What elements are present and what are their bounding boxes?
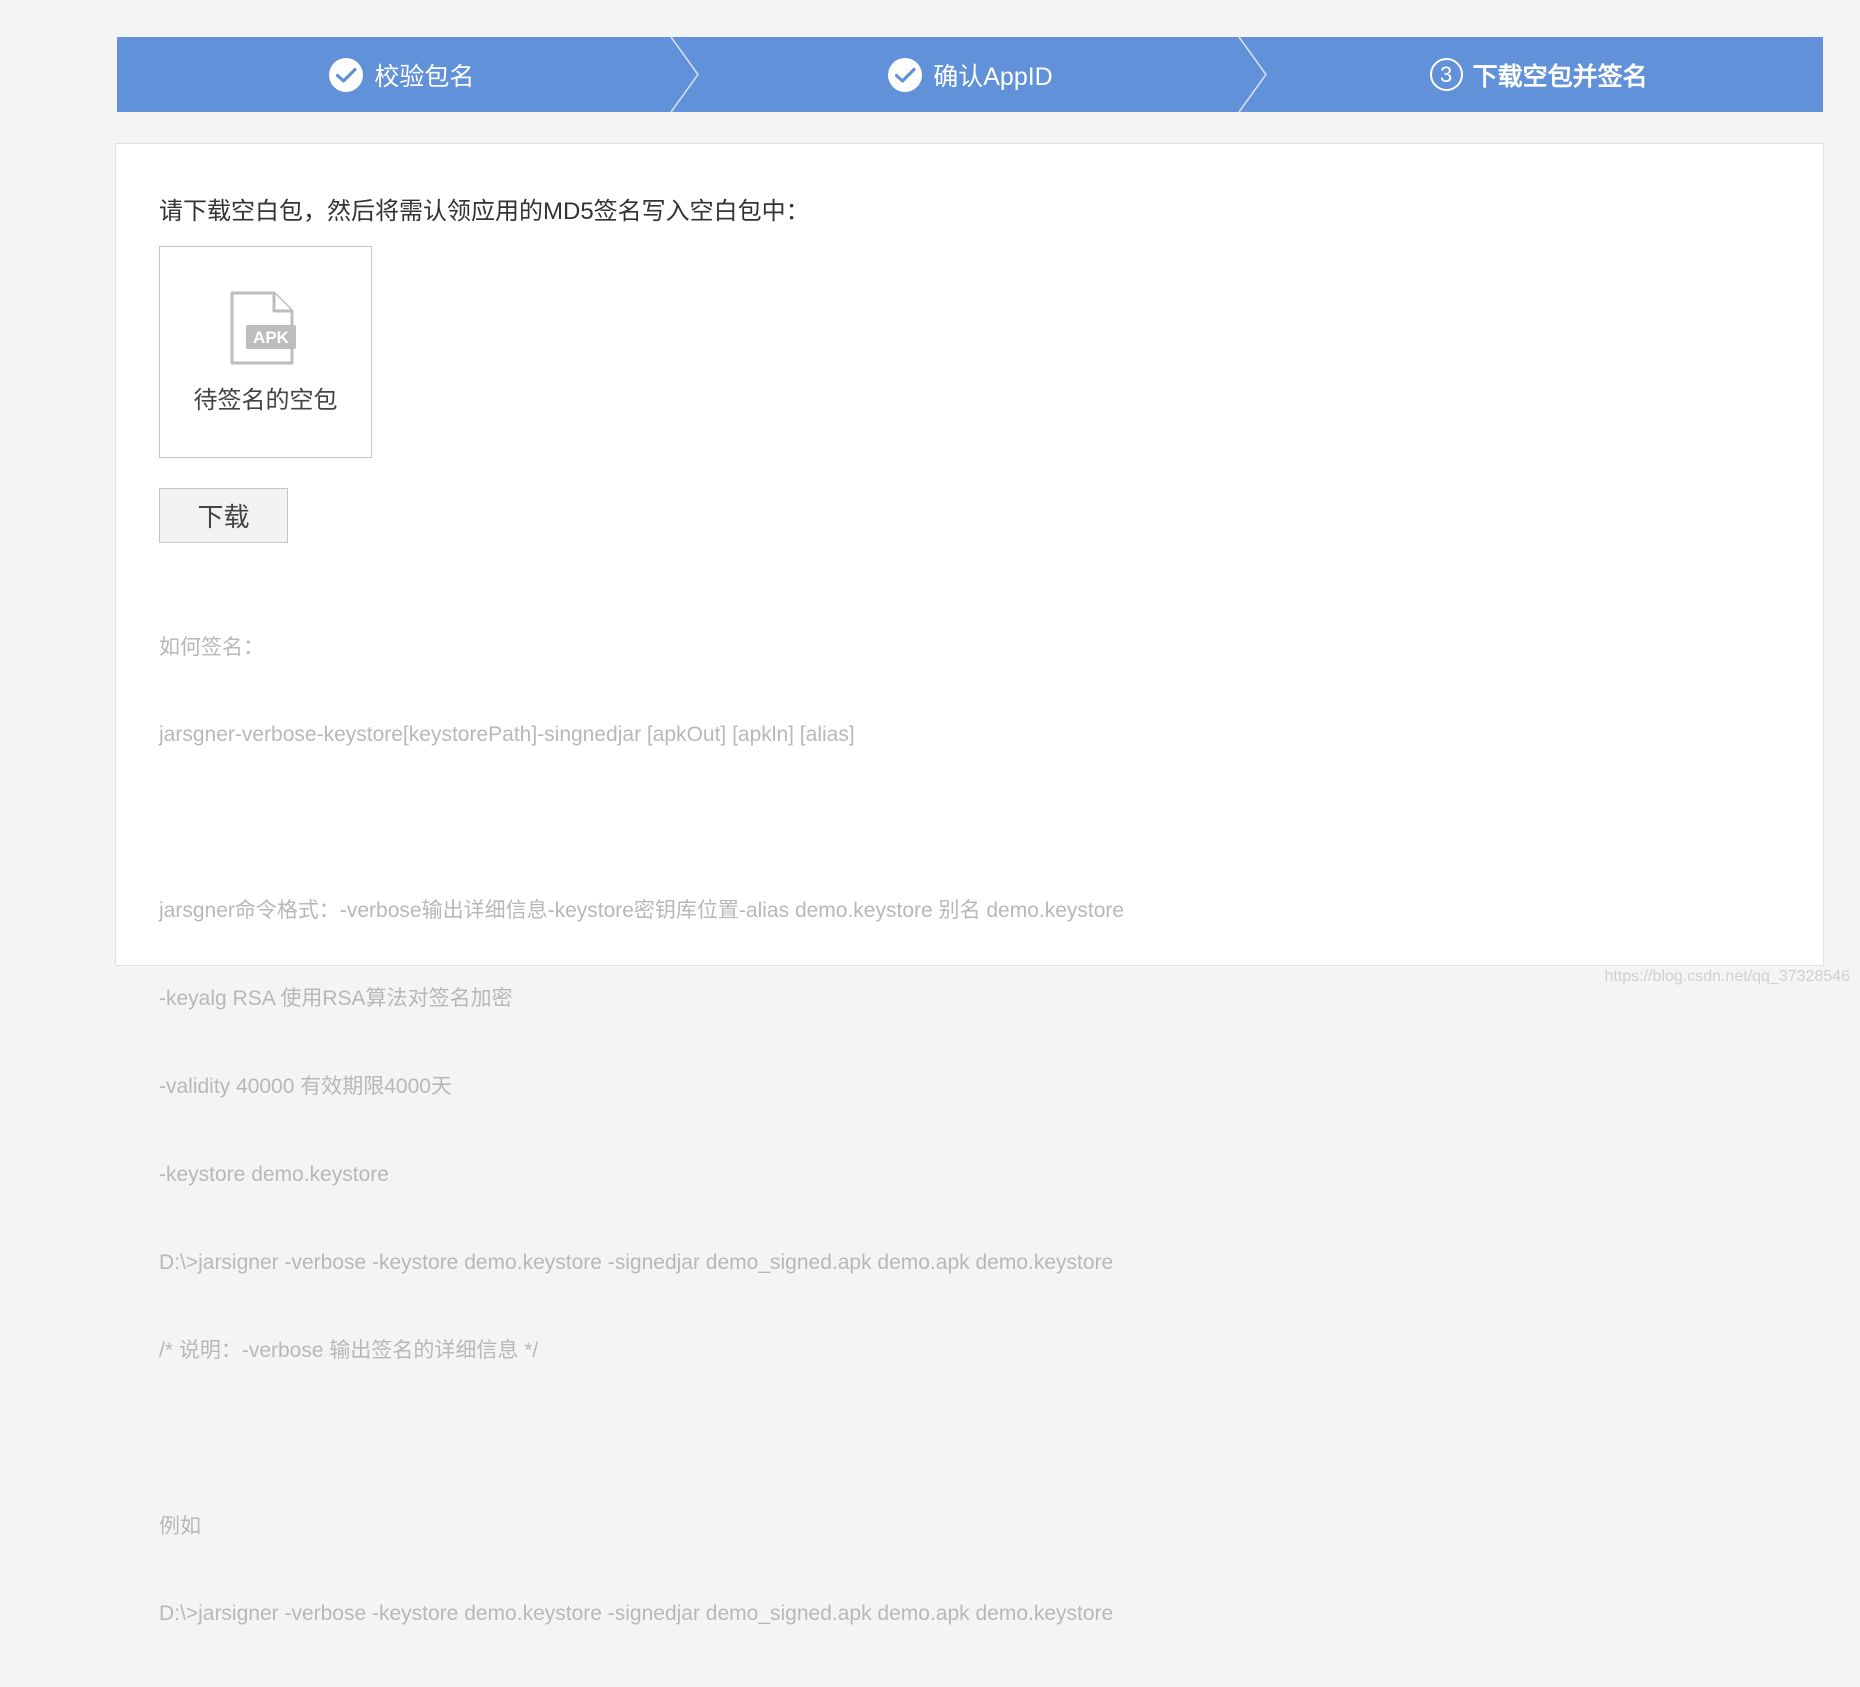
check-circle-icon [328,57,364,93]
download-button[interactable]: 下载 [159,488,288,543]
check-circle-icon [887,57,923,93]
apk-icon-text: APK [253,328,290,347]
step-label: 确认AppID [933,62,1053,91]
steps-bar: 校验包名 确认AppID 3 下载空包并签名 [117,37,1823,112]
help-line: /* 说明：-verbose 输出签名的详细信息 */ [159,1338,539,1362]
blank-apk-card[interactable]: APK 待签名的空包 [159,246,372,458]
help-line [159,808,1124,837]
step-divider [670,37,699,112]
step-divider [1238,37,1268,112]
help-line: -keyalg RSA 使用RSA算法对签名加密 [159,987,513,1011]
step-label: 校验包名 [374,62,475,91]
help-line [159,1424,1124,1453]
step-confirm-appid: 确认AppID [686,37,1268,112]
intro-text: 请下载空白包，然后将需认领应用的MD5签名写入空白包中： [159,198,810,225]
step-number: 3 [1429,58,1463,91]
content-panel: 请下载空白包，然后将需认领应用的MD5签名写入空白包中： APK 待签名的空包 … [115,143,1824,1625]
help-line: 例如 [159,1514,201,1538]
step-verify-package: 校验包名 [117,37,699,112]
watermark: https://blog.csdn.net/qq_37328546 [1604,968,1850,985]
step-label: 下载空包并签名 [1472,62,1648,91]
help-line: -validity 40000 有效期限4000天 [159,1075,452,1099]
help-line: 如何签名： [159,635,264,659]
help-line: D:\>jarsigner -verbose -keystore demo.ke… [159,1602,1114,1626]
help-line: D:\>jarsigner -verbose -keystore demo.ke… [159,1250,1114,1274]
signing-help-text: 如何签名： jarsgner-verbose-keystore[keystore… [159,574,1124,1687]
step-download-and-sign: 3 下载空包并签名 [1254,37,1823,112]
apk-file-icon: APK [230,291,296,365]
file-caption: 待签名的空包 [193,387,338,414]
help-line: jarsgner-verbose-keystore[keystorePath]-… [159,723,855,747]
help-line: -keystore demo.keystore [159,1162,389,1186]
help-line: jarsgner命令格式：-verbose输出详细信息-keystore密钥库位… [159,899,1125,923]
